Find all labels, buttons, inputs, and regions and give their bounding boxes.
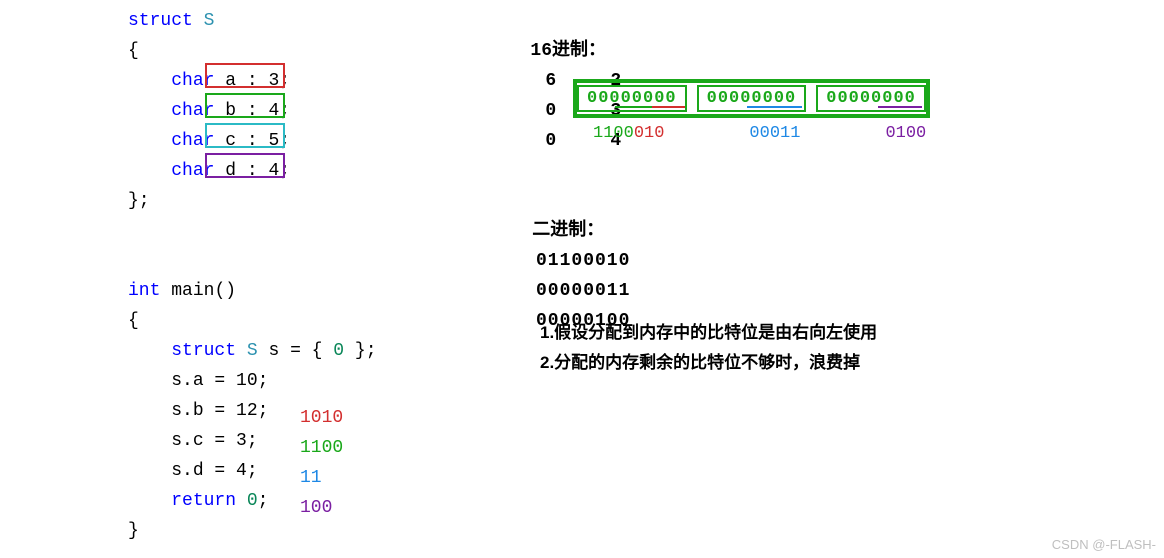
bin-label: 二进制： bbox=[518, 216, 618, 246]
underline-b2-purple bbox=[878, 106, 922, 108]
byte-cell-1: 00000000 bbox=[697, 85, 807, 112]
note-b: 1100 bbox=[300, 438, 343, 458]
note-2: 2.分配的内存剩余的比特位不够时，浪费掉 bbox=[540, 348, 877, 378]
note-a: 1010 bbox=[300, 408, 343, 428]
kw-int: int bbox=[128, 281, 160, 301]
box-d bbox=[205, 153, 285, 178]
note-1: 1.假设分配到内存中的比特位是由右向左使用 bbox=[540, 318, 877, 348]
hex-label: 16进制： bbox=[518, 36, 618, 66]
below-2: 0100 bbox=[885, 124, 926, 143]
decl-var: s = { bbox=[268, 341, 333, 361]
assign-b: s.b = 12; bbox=[171, 401, 268, 421]
bin-b0: 01100010 bbox=[518, 246, 648, 276]
memory-bytes-box: 00000000 00000000 00000000 bbox=[573, 79, 930, 118]
box-a bbox=[205, 63, 285, 88]
byte-cell-2: 00000000 bbox=[816, 85, 926, 112]
zero-lit: 0 bbox=[333, 341, 344, 361]
below-1: 00011 bbox=[749, 124, 800, 143]
semi: ; bbox=[258, 491, 269, 511]
main-paren: () bbox=[214, 281, 236, 301]
return-val: 0 bbox=[247, 491, 258, 511]
kw-struct2: struct bbox=[171, 341, 236, 361]
decl-end: }; bbox=[344, 341, 376, 361]
struct-name: S bbox=[204, 11, 215, 31]
watermark: CSDN @-FLASH- bbox=[1052, 537, 1156, 552]
below-0: 1100010 bbox=[593, 124, 664, 143]
bin-b1: 00000011 bbox=[518, 276, 648, 306]
assign-a: s.a = 10; bbox=[171, 371, 268, 391]
close-brace2: } bbox=[128, 516, 377, 546]
ty-s: S bbox=[247, 341, 258, 361]
open-brace: { bbox=[128, 36, 377, 66]
close-brace: }; bbox=[128, 186, 377, 216]
underline-b0-red bbox=[652, 106, 685, 108]
assign-c: s.c = 3; bbox=[171, 431, 257, 451]
hex-d4: 0 bbox=[518, 126, 583, 156]
memory-diagram: 16进制： 62 03 04 二进制： 01100010 00000011 00… bbox=[475, 6, 648, 366]
kw-struct: struct bbox=[128, 11, 193, 31]
assign-d: s.d = 4; bbox=[171, 461, 257, 481]
below-bytes: 1100010 00011 0100 bbox=[593, 124, 926, 143]
note-d: 100 bbox=[300, 498, 332, 518]
notes: 1.假设分配到内存中的比特位是由右向左使用 2.分配的内存剩余的比特位不够时，浪… bbox=[540, 318, 877, 378]
open-brace2: { bbox=[128, 306, 377, 336]
box-c bbox=[205, 123, 285, 148]
main-name: main bbox=[171, 281, 214, 301]
byte-cell-0: 00000000 bbox=[577, 85, 687, 112]
note-c: 11 bbox=[300, 468, 322, 488]
kw-return: return bbox=[171, 491, 236, 511]
underline-b1-blue bbox=[747, 106, 802, 108]
box-b bbox=[205, 93, 285, 118]
